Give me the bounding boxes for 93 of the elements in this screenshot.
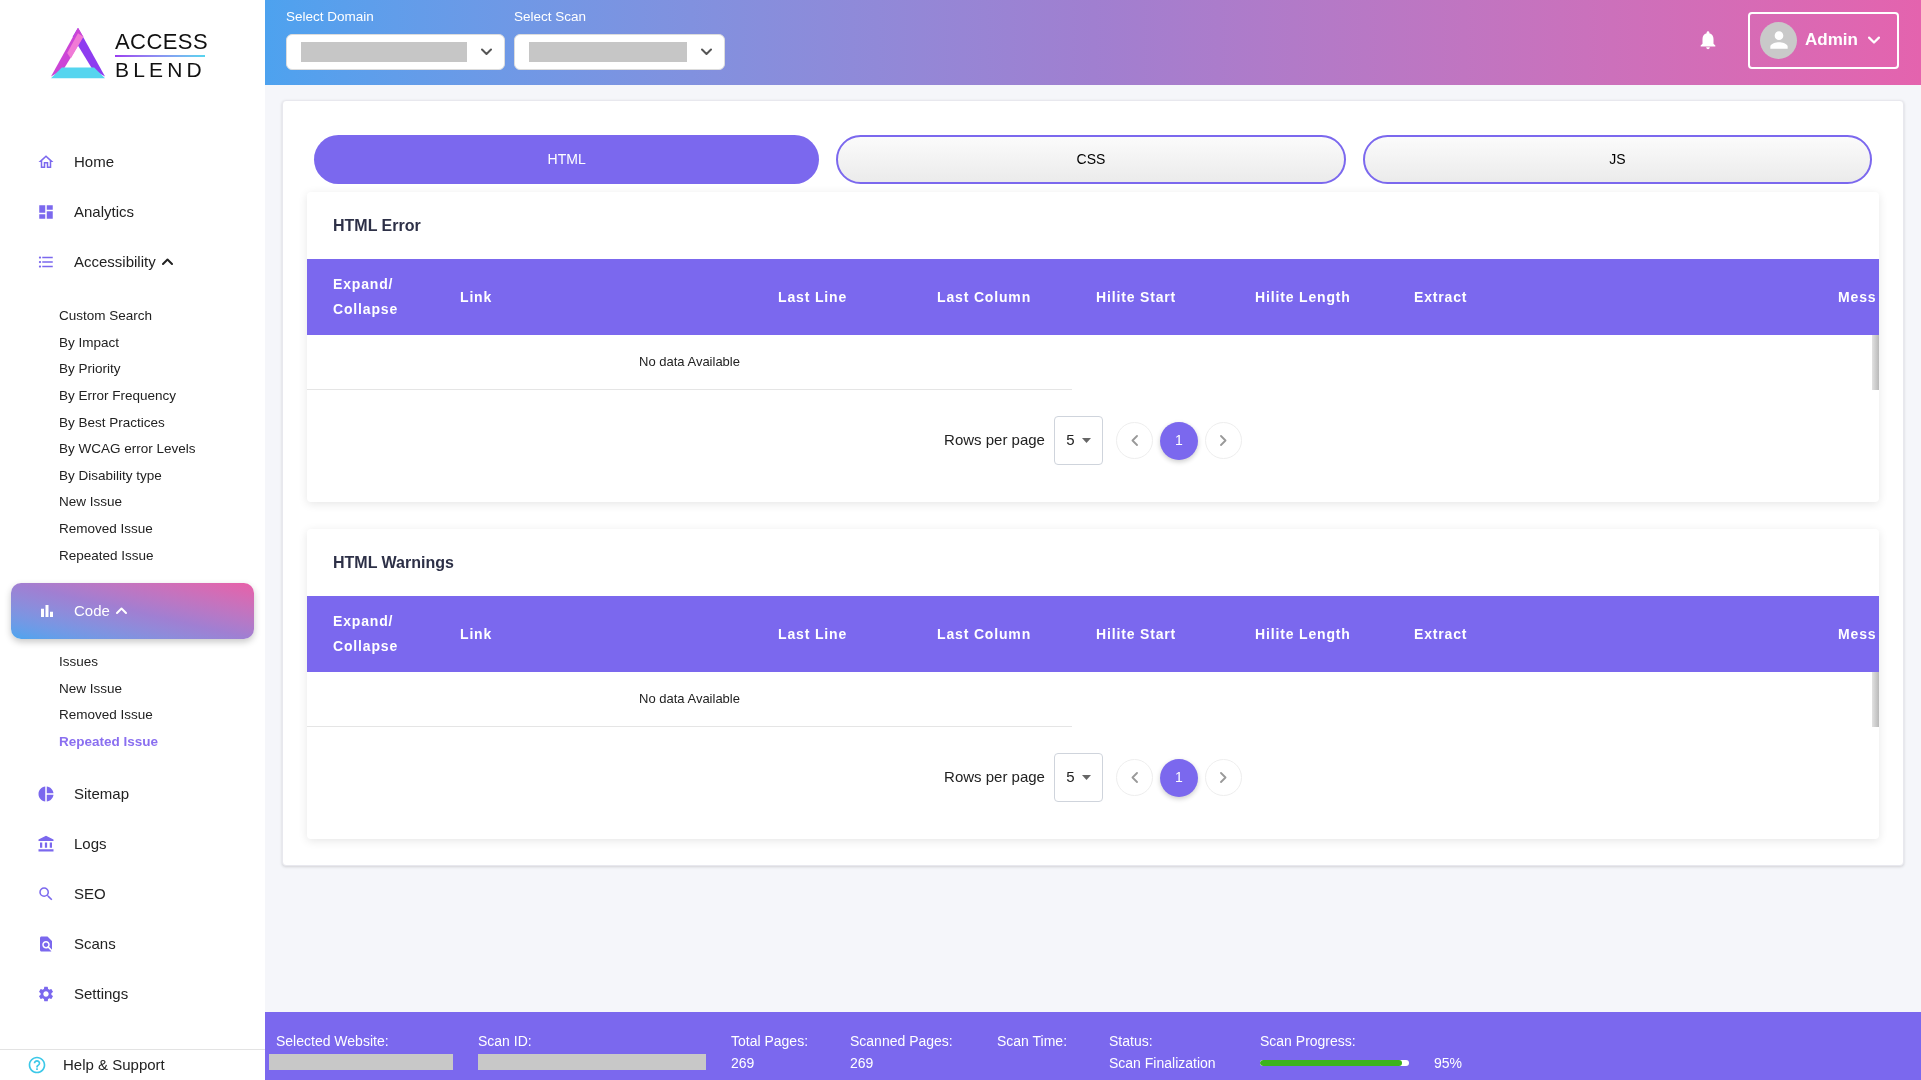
sidebar-item[interactable]: Logs xyxy=(37,833,107,856)
rows-per-page-label: Rows per page xyxy=(944,430,1045,451)
column-header: Extract xyxy=(1414,624,1468,644)
chevron-right-icon xyxy=(1219,435,1227,446)
submenu-item[interactable]: New Issue xyxy=(59,493,123,512)
submenu-item[interactable]: Removed Issue xyxy=(59,520,153,539)
select-field[interactable] xyxy=(514,34,725,70)
sidebar-item[interactable]: Analytics xyxy=(37,200,135,224)
status-value: 269 xyxy=(850,1054,874,1072)
status-label: Status: xyxy=(1109,1032,1153,1050)
settings-icon xyxy=(37,985,55,1004)
column-header: Last Line xyxy=(778,624,847,644)
dashboard-icon xyxy=(37,203,55,221)
select-field[interactable] xyxy=(286,34,505,70)
home-icon xyxy=(37,153,55,171)
status-label: Scanned Pages: xyxy=(850,1032,953,1050)
sidebar-item[interactable]: Accessibility xyxy=(37,250,173,274)
document-search-icon xyxy=(37,935,55,954)
field-label: Select Scan xyxy=(514,9,588,25)
bank-icon xyxy=(37,835,55,854)
logo-text: ACCESS xyxy=(114,31,209,53)
next-page-button[interactable] xyxy=(1204,422,1242,459)
progress-reading: 95% xyxy=(1434,1054,1463,1072)
submenu-item[interactable]: By Disability type xyxy=(59,466,162,485)
column-header: Link xyxy=(460,624,493,644)
status-label: Scan Progress: xyxy=(1260,1032,1356,1050)
column-header: Mess xyxy=(1838,287,1877,307)
status-value: Scan Finalization xyxy=(1109,1054,1216,1072)
column-header: Expand/ Collapse xyxy=(333,275,400,319)
scrollbar-thumb[interactable] xyxy=(1872,672,1879,727)
chevron-down-icon xyxy=(481,48,492,56)
status-label: Scan Time: xyxy=(997,1032,1068,1050)
logo-text: BLEND xyxy=(114,59,206,81)
submenu-item[interactable]: Removed Issue xyxy=(59,706,153,725)
submenu-item[interactable]: Repeated Issue xyxy=(59,733,159,751)
status-label: Scan ID: xyxy=(478,1032,532,1050)
sidebar-item[interactable]: Scans xyxy=(37,933,116,956)
chevron-right-icon xyxy=(1219,772,1227,783)
column-header: Hilite Start xyxy=(1096,287,1177,307)
submenu-item[interactable]: By Priority xyxy=(59,360,121,379)
submenu-item[interactable]: Issues xyxy=(59,653,99,672)
empty-message: No data Available xyxy=(639,353,740,372)
status-value: 269 xyxy=(731,1054,755,1072)
page-button[interactable]: 1 xyxy=(1159,421,1198,460)
sidebar-item[interactable]: SEO xyxy=(37,883,106,906)
tab[interactable]: HTML xyxy=(314,135,820,184)
tab[interactable]: JS xyxy=(1362,135,1872,184)
previous-page-button[interactable] xyxy=(1115,422,1153,459)
column-header: Extract xyxy=(1414,287,1468,307)
empty-message: No data Available xyxy=(639,690,740,709)
help-icon xyxy=(27,1055,47,1075)
column-header: Last Line xyxy=(778,287,847,307)
pie-chart-icon xyxy=(37,785,55,804)
help-link[interactable]: Help & Support xyxy=(27,1053,165,1077)
column-header: Link xyxy=(460,287,493,307)
chevron-left-icon xyxy=(1130,435,1138,446)
panel-title: HTML Error xyxy=(333,215,421,236)
tab[interactable]: CSS xyxy=(836,135,1346,184)
column-header: Mess xyxy=(1838,624,1877,644)
sidebar-item[interactable]: Home xyxy=(37,150,114,174)
column-header: Expand/ Collapse xyxy=(333,612,400,656)
submenu-item[interactable]: By Error Frequency xyxy=(59,387,177,406)
submenu-item[interactable]: Repeated Issue xyxy=(59,546,154,565)
page-button[interactable]: 1 xyxy=(1159,758,1198,797)
rows-per-page-select[interactable]: 5 xyxy=(1053,753,1103,802)
status-label: Total Pages: xyxy=(731,1032,809,1050)
field-label: Select Domain xyxy=(286,9,375,25)
caret-down-icon xyxy=(1081,438,1091,443)
submenu-item[interactable]: By WCAG error Levels xyxy=(59,440,196,459)
chevron-down-icon xyxy=(1867,35,1880,45)
previous-page-button[interactable] xyxy=(1115,759,1153,796)
submenu-item[interactable]: New Issue xyxy=(59,679,123,698)
panel-title: HTML Warnings xyxy=(333,552,454,573)
sidebar-item[interactable]: Settings xyxy=(37,983,129,1006)
column-header: Hilite Length xyxy=(1255,287,1351,307)
submenu-item[interactable]: Custom Search xyxy=(59,307,153,326)
status-label: Selected Website: xyxy=(275,1032,389,1050)
next-page-button[interactable] xyxy=(1204,759,1242,796)
column-header: Hilite Start xyxy=(1096,624,1177,644)
column-header: Last Column xyxy=(937,624,1032,644)
avatar-icon xyxy=(1760,21,1797,59)
chevron-down-icon xyxy=(701,48,712,56)
sidebar-item[interactable]: Sitemap xyxy=(37,783,130,806)
submenu-item[interactable]: By Impact xyxy=(59,333,120,352)
scrollbar-thumb[interactable] xyxy=(1872,335,1879,390)
chevron-left-icon xyxy=(1130,772,1138,783)
caret-down-icon xyxy=(1081,775,1091,780)
column-header: Last Column xyxy=(937,287,1032,307)
column-header: Hilite Length xyxy=(1255,624,1351,644)
rows-per-page-label: Rows per page xyxy=(944,767,1045,788)
rows-per-page-select[interactable]: 5 xyxy=(1053,416,1103,465)
submenu-item[interactable]: By Best Practices xyxy=(59,413,165,432)
logo-icon xyxy=(50,27,105,79)
